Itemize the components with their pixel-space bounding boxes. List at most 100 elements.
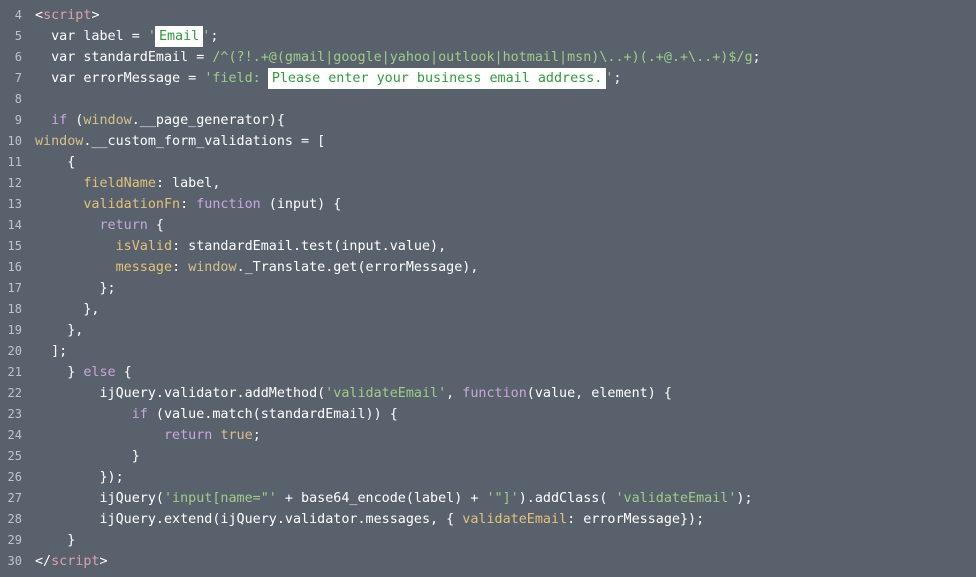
code-token: ijQuery.validator.addMethod( [99, 386, 326, 401]
line-number: 30 [7, 554, 22, 568]
code-token: ).addClass( [518, 491, 616, 506]
code-token: </ [35, 554, 52, 569]
code-token: ); [736, 491, 753, 506]
code-token: } [131, 449, 140, 464]
code-text: ijQuery.validator.addMethod('validateEma… [35, 383, 672, 404]
code-line: 20 ]; [0, 341, 976, 362]
code-token: + base64_encode(label) + [276, 491, 487, 506]
code-line: 22 ijQuery.validator.addMethod('validate… [0, 383, 976, 404]
code-token: : label, [155, 176, 221, 191]
code-text: var standardEmail = /^(?!.+@(gmail|googl… [35, 47, 761, 68]
code-token: true [220, 428, 253, 443]
code-line: 18 }, [0, 299, 976, 320]
code-text: <script> [35, 5, 100, 26]
highlighted-text: Please enter your business email address… [268, 69, 606, 88]
code-line: 9 if (window.__page_generator){ [0, 110, 976, 131]
line-number: 10 [7, 134, 22, 148]
code-token: : standardEmail.test(input.value), [172, 239, 447, 254]
code-line: 21 } else { [0, 362, 976, 383]
code-token: isValid [115, 239, 173, 254]
code-line: 25 } [0, 446, 976, 467]
line-number: 19 [7, 323, 22, 337]
code-text: } [35, 446, 140, 467]
code-token: }; [99, 281, 116, 296]
line-number: 12 [7, 176, 22, 190]
line-number: 25 [7, 449, 22, 463]
line-number: 18 [7, 302, 22, 316]
code-token: ijQuery( [99, 491, 165, 506]
code-text: validationFn: function (input) { [35, 194, 341, 215]
code-token: .__page_generator){ [131, 113, 285, 128]
code-text: if (window.__page_generator){ [35, 110, 285, 131]
code-token: ; [252, 428, 261, 443]
code-token: : errorMessage}); [567, 512, 705, 527]
code-line: 30 </script> [0, 551, 976, 572]
code-token: }, [67, 323, 84, 338]
code-token: '"]' [486, 491, 519, 506]
code-text: }; [35, 278, 116, 299]
code-token: ijQuery.extend(ijQuery.validator.message… [99, 512, 463, 527]
line-number: 26 [7, 470, 22, 484]
line-number: 14 [7, 218, 22, 232]
code-token: .__custom_form_validations = [ [83, 134, 326, 149]
code-line: 12 fieldName: label, [0, 173, 976, 194]
code-token: script [51, 554, 100, 569]
code-line: 15 isValid: standardEmail.test(input.val… [0, 236, 976, 257]
code-editor: 4 <script> 5 var label = ' Email '; 6 var sta… [0, 0, 976, 577]
code-token: } [67, 533, 76, 548]
code-text: }, [35, 299, 99, 320]
code-line: 10 window.__custom_form_validations = [ [0, 131, 976, 152]
code-token: fieldName [83, 176, 156, 191]
code-text: if (value.match(standardEmail)) { [35, 404, 398, 425]
code-text: fieldName: label, [35, 173, 220, 194]
line-number: 24 [7, 428, 22, 442]
code-line: 5 var label = ' Email '; [0, 26, 976, 47]
code-token: < [35, 8, 44, 23]
code-line: 28 ijQuery.extend(ijQuery.validator.mess… [0, 509, 976, 530]
code-token: function [196, 197, 261, 212]
line-number: 9 [14, 113, 22, 127]
code-text: return { [35, 215, 165, 236]
code-token: return [164, 428, 213, 443]
line-number: 13 [7, 197, 22, 211]
code-line: 23 if (value.match(standardEmail)) { [0, 404, 976, 425]
code-token: 'validateEmail' [325, 386, 447, 401]
code-line: 14 return { [0, 215, 976, 236]
code-token: return [99, 218, 148, 233]
line-number: 4 [14, 8, 22, 22]
highlighted-text: Email [155, 27, 203, 46]
code-token: ; [752, 50, 761, 65]
line-number: 11 [7, 155, 22, 169]
code-text: isValid: standardEmail.test(input.value)… [35, 236, 447, 257]
code-token: if [131, 407, 148, 422]
code-line: 27 ijQuery('input[name="' + base64_encod… [0, 488, 976, 509]
code-text: } else { [35, 362, 132, 383]
code-line: 26 }); [0, 467, 976, 488]
line-number: 17 [7, 281, 22, 295]
code-line: 24 return true; [0, 425, 976, 446]
code-text: ijQuery.extend(ijQuery.validator.message… [35, 509, 705, 530]
code-text: ]; [35, 341, 67, 362]
code-line: 7 var errorMessage = 'field: Please ente… [0, 68, 976, 89]
line-number: 15 [7, 239, 22, 253]
code-line: 16 message: window._Translate.get(errorM… [0, 257, 976, 278]
code-token: /^(?!.+@(gmail|google|yahoo|outlook|hotm… [212, 50, 753, 65]
code-token: function [462, 386, 527, 401]
code-token: ' [147, 29, 156, 44]
code-line: 11 { [0, 152, 976, 173]
